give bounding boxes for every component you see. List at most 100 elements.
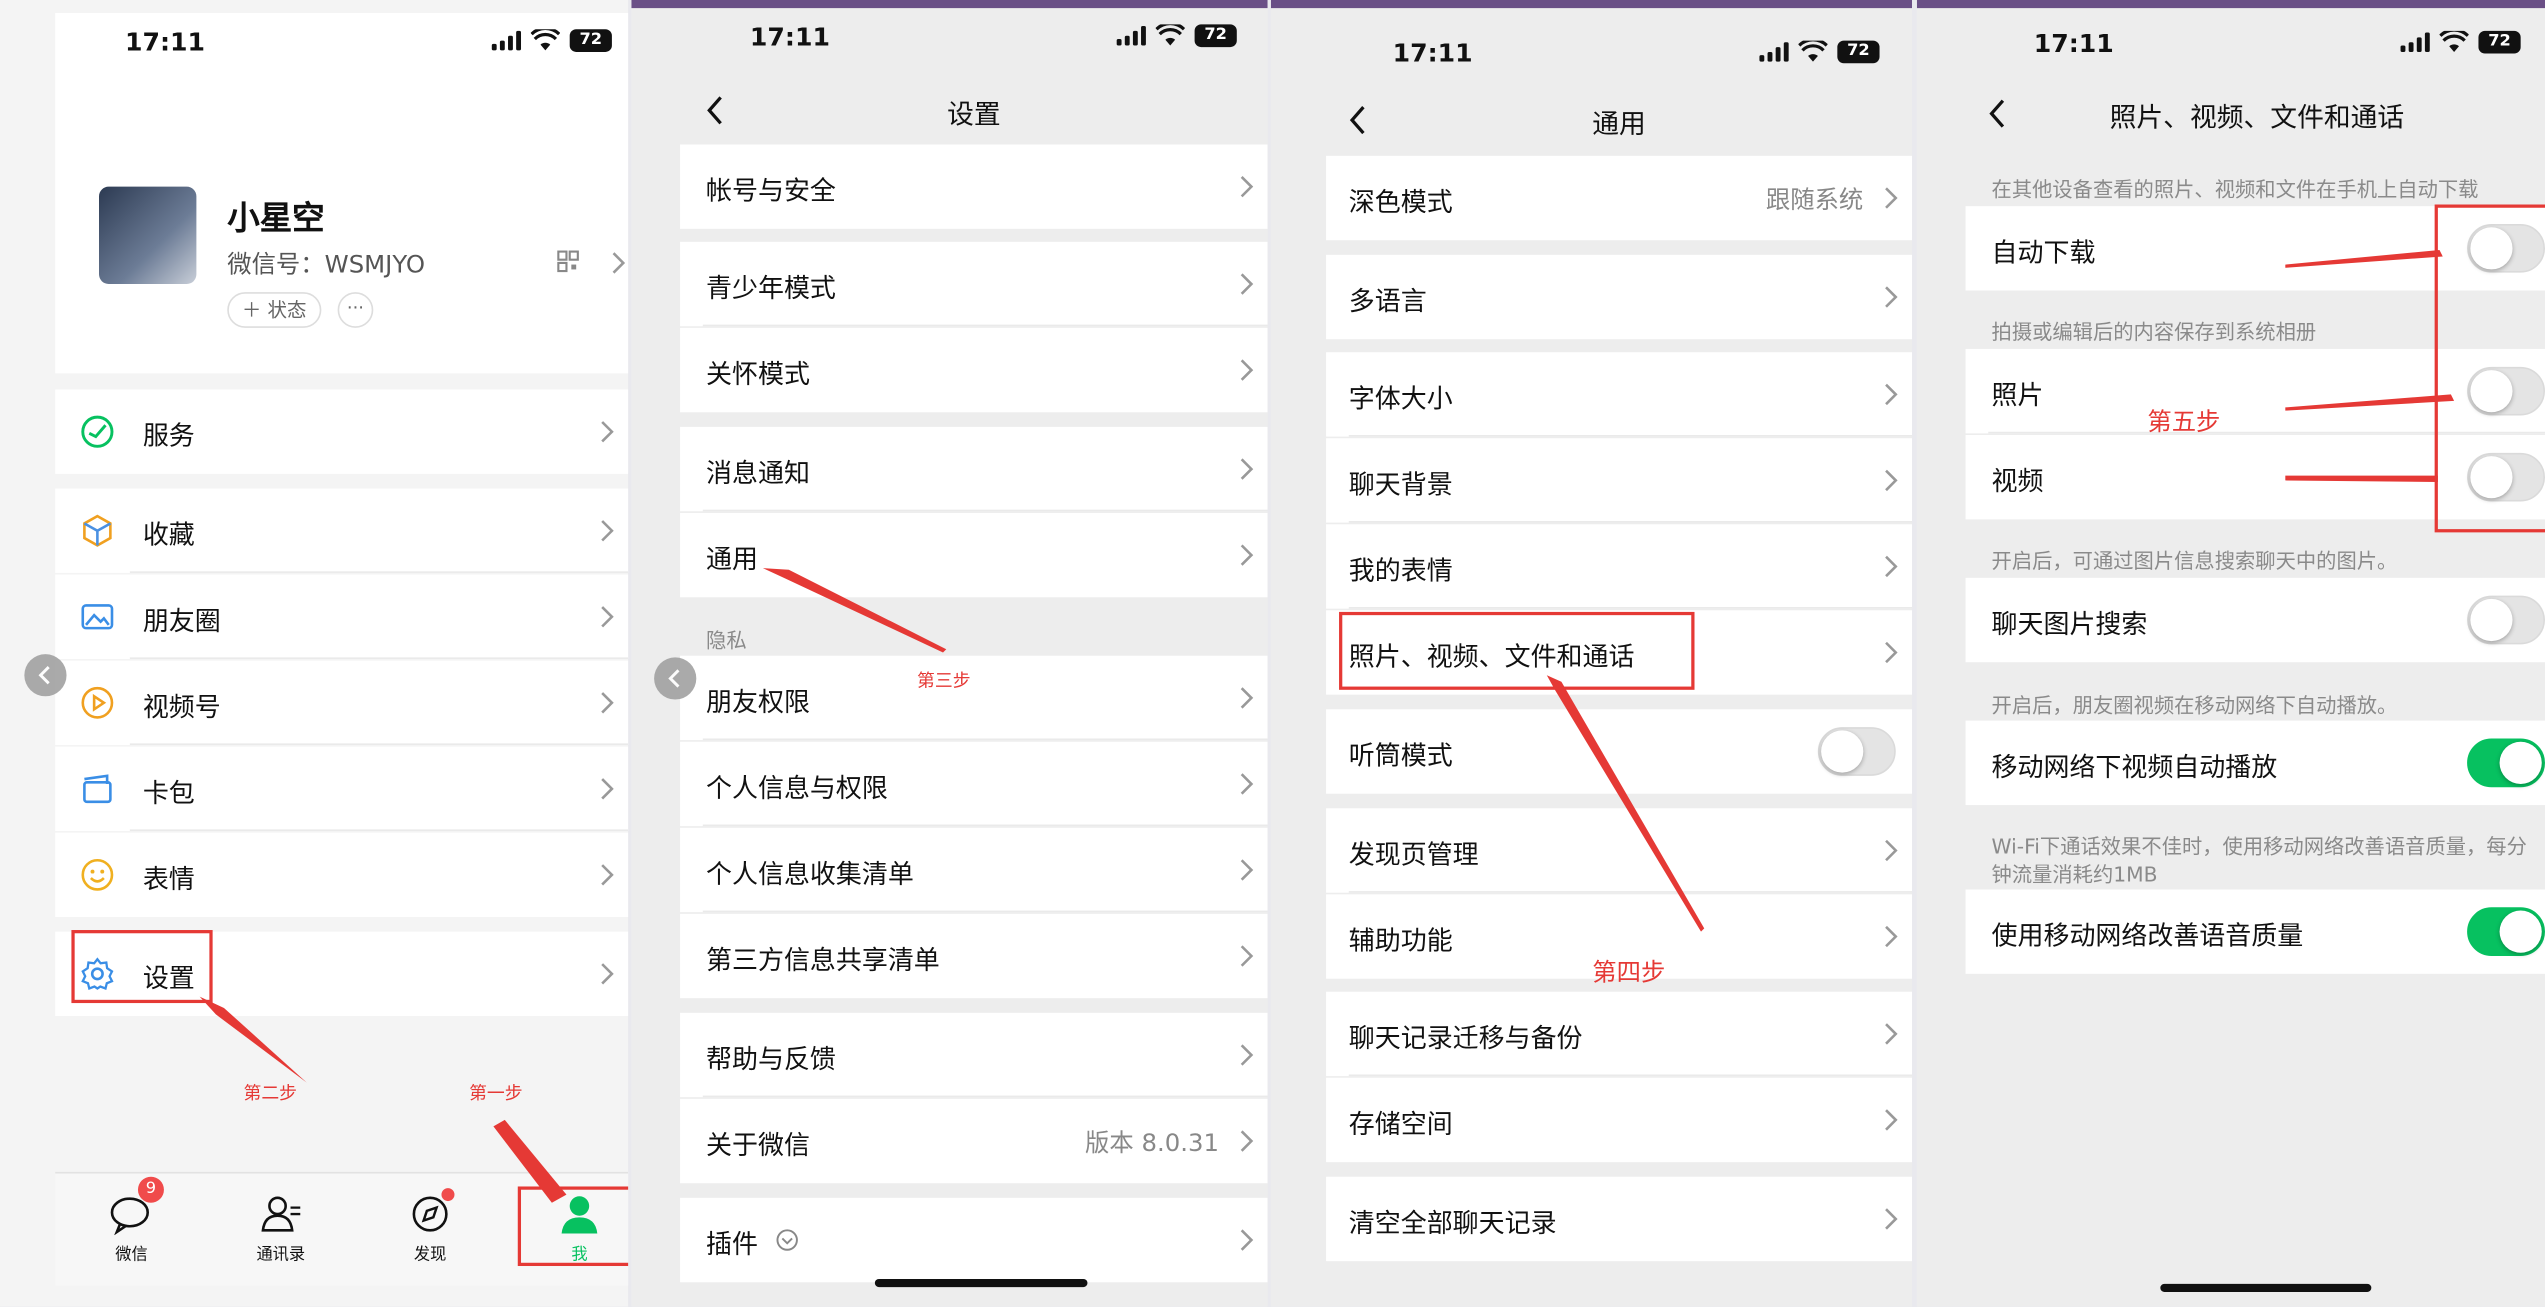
status-time: 17:11: [2033, 29, 2114, 59]
status-icons: 72: [1116, 24, 1237, 48]
menu-favorites[interactable]: 收藏: [55, 488, 629, 573]
home-indicator: [874, 1278, 1088, 1288]
settings-personal-info[interactable]: 个人信息与权限: [680, 741, 1268, 827]
toggle-knob: [2470, 598, 2513, 642]
tab-contacts[interactable]: 通讯录: [232, 1193, 329, 1266]
chevron-right-icon: [601, 421, 614, 443]
toggle-knob: [2499, 741, 2542, 784]
chevron-right-icon: [1885, 555, 1898, 578]
side-nav-button[interactable]: [654, 657, 697, 700]
chevron-right-icon: [1240, 359, 1254, 381]
row-label: 深色模式: [1348, 186, 1453, 218]
general-discover-management[interactable]: 发现页管理: [1326, 808, 1912, 893]
wifi-icon: [2439, 30, 2469, 52]
settings-notifications[interactable]: 消息通知: [680, 426, 1268, 512]
status-icons: 72: [1759, 40, 1880, 64]
chevron-right-icon: [1240, 687, 1254, 709]
profile-name: 小星空: [227, 198, 325, 237]
wallet-card-icon: [83, 774, 112, 804]
battery-indicator: 72: [569, 29, 612, 52]
chevron-right-icon: [1885, 1109, 1898, 1131]
settings-third-party[interactable]: 第三方信息共享清单: [680, 913, 1268, 999]
row-label: 照片: [1991, 379, 2044, 411]
tab-chats[interactable]: 微信 9: [83, 1176, 180, 1266]
me-tab-highlight-box: [517, 1186, 629, 1267]
row-label: 帮助与反馈: [706, 1043, 836, 1075]
avatar[interactable]: [99, 186, 197, 285]
row-label: 关怀模式: [706, 358, 810, 390]
general-language[interactable]: 多语言: [1326, 254, 1912, 340]
settings-screen: 17:11 72 设置 帐号与安全 青少年模式 关怀模式 消息通知 通用 隐私 …: [631, 0, 1268, 1307]
save-to-album-note: 拍摄或编辑后的内容保存到系统相册: [1991, 319, 2317, 345]
row-label: 我的表情: [1348, 555, 1453, 586]
general-clear-chats[interactable]: 清空全部聊天记录: [1326, 1176, 1912, 1262]
status-bar: 17:11 72: [1917, 23, 2545, 62]
settings-info-collection[interactable]: 个人信息收集清单: [680, 827, 1268, 913]
menu-stickers[interactable]: 表情: [55, 832, 629, 918]
settings-about[interactable]: 关于微信 版本 8.0.31: [680, 1098, 1268, 1184]
row-label: 个人信息与权限: [706, 772, 888, 804]
settings-teen-mode[interactable]: 青少年模式: [680, 241, 1268, 327]
chevron-right-icon: [1240, 458, 1254, 480]
general-storage[interactable]: 存储空间: [1326, 1077, 1912, 1163]
plugin-cube-icon: [776, 1229, 798, 1251]
settings-plugins[interactable]: 插件: [680, 1197, 1268, 1283]
profile-more-button[interactable]: ···: [337, 292, 374, 328]
chevron-right-icon: [1885, 1208, 1898, 1230]
menu-channels[interactable]: 视频号: [55, 660, 629, 745]
chevron-right-icon: [601, 963, 614, 985]
step1-label: 第一步: [469, 1082, 523, 1104]
settings-help[interactable]: 帮助与反馈: [680, 1012, 1268, 1098]
side-nav-button[interactable]: [24, 654, 67, 697]
voice-quality-toggle[interactable]: [2467, 907, 2545, 956]
row-label: 帐号与安全: [706, 175, 836, 207]
general-chat-background[interactable]: 聊天背景: [1326, 438, 1912, 523]
autoplay-toggle[interactable]: [2467, 738, 2545, 788]
tab-discover[interactable]: 发现: [381, 1188, 478, 1266]
settings-account-security[interactable]: 帐号与安全: [680, 144, 1268, 229]
media-autoplay[interactable]: 移动网络下视频自动播放: [1965, 720, 2545, 806]
battery-indicator: 72: [2478, 30, 2521, 54]
row-label: 自动下载: [1991, 236, 2096, 268]
general-my-stickers[interactable]: 我的表情: [1326, 524, 1912, 609]
menu-services[interactable]: 服务: [55, 389, 629, 474]
discover-dot: [441, 1188, 455, 1202]
version-value: 版本 8.0.31: [1085, 1128, 1219, 1158]
settings-care-mode[interactable]: 关怀模式: [680, 327, 1268, 413]
voice-quality-note: Wi-Fi下通话效果不佳时，使用移动网络改善语音质量，每分钟流量消耗约1MB: [1991, 834, 2527, 887]
general-dark-mode[interactable]: 深色模式 跟随系统: [1326, 155, 1912, 241]
qr-code-icon[interactable]: [557, 250, 580, 273]
chevron-right-icon: [1240, 773, 1254, 795]
general-chat-migration[interactable]: 聊天记录迁移与备份: [1326, 991, 1912, 1077]
status-bar: 17:11 72: [631, 23, 1267, 62]
settings-general[interactable]: 通用: [680, 512, 1268, 598]
media-image-search[interactable]: 聊天图片搜索: [1965, 577, 2545, 663]
status-bar: 17:11 72: [0, 23, 628, 62]
signal-icon: [2400, 32, 2430, 52]
status-button[interactable]: ＋ 状态: [227, 292, 322, 328]
row-label: 存储空间: [1348, 1108, 1453, 1140]
earpiece-mode-toggle[interactable]: [1817, 727, 1896, 776]
settings-friend-permissions[interactable]: 朋友权限: [680, 655, 1268, 741]
moments-label: 朋友圈: [142, 605, 221, 637]
dark-mode-value: 跟随系统: [1765, 185, 1864, 215]
media-voice-quality[interactable]: 使用移动网络改善语音质量: [1965, 889, 2545, 974]
menu-cards[interactable]: 卡包: [55, 746, 629, 832]
step3-label: 第三步: [917, 670, 971, 692]
row-label: 清空全部聊天记录: [1348, 1207, 1557, 1239]
image-search-toggle[interactable]: [2467, 595, 2545, 645]
row-label: 朋友权限: [706, 686, 810, 718]
battery-indicator: 72: [1837, 40, 1880, 64]
general-screen: 17:11 72 通用 深色模式 跟随系统 多语言 字体大小 聊天背景 我的表情 …: [1270, 0, 1912, 1307]
channels-label: 视频号: [142, 691, 221, 723]
row-label: 聊天图片搜索: [1991, 608, 2148, 640]
general-earpiece-mode[interactable]: 听筒模式: [1326, 709, 1912, 794]
general-font-size[interactable]: 字体大小: [1326, 352, 1912, 437]
menu-moments[interactable]: 朋友圈: [55, 574, 629, 659]
step2-label: 第二步: [243, 1082, 298, 1104]
chevron-right-icon: [1885, 286, 1898, 308]
chevron-right-icon: [601, 778, 614, 800]
row-label: 使用移动网络改善语音质量: [1991, 920, 2304, 952]
privacy-section-header: 隐私: [706, 628, 747, 653]
row-label: 第三方信息共享清单: [706, 944, 940, 976]
